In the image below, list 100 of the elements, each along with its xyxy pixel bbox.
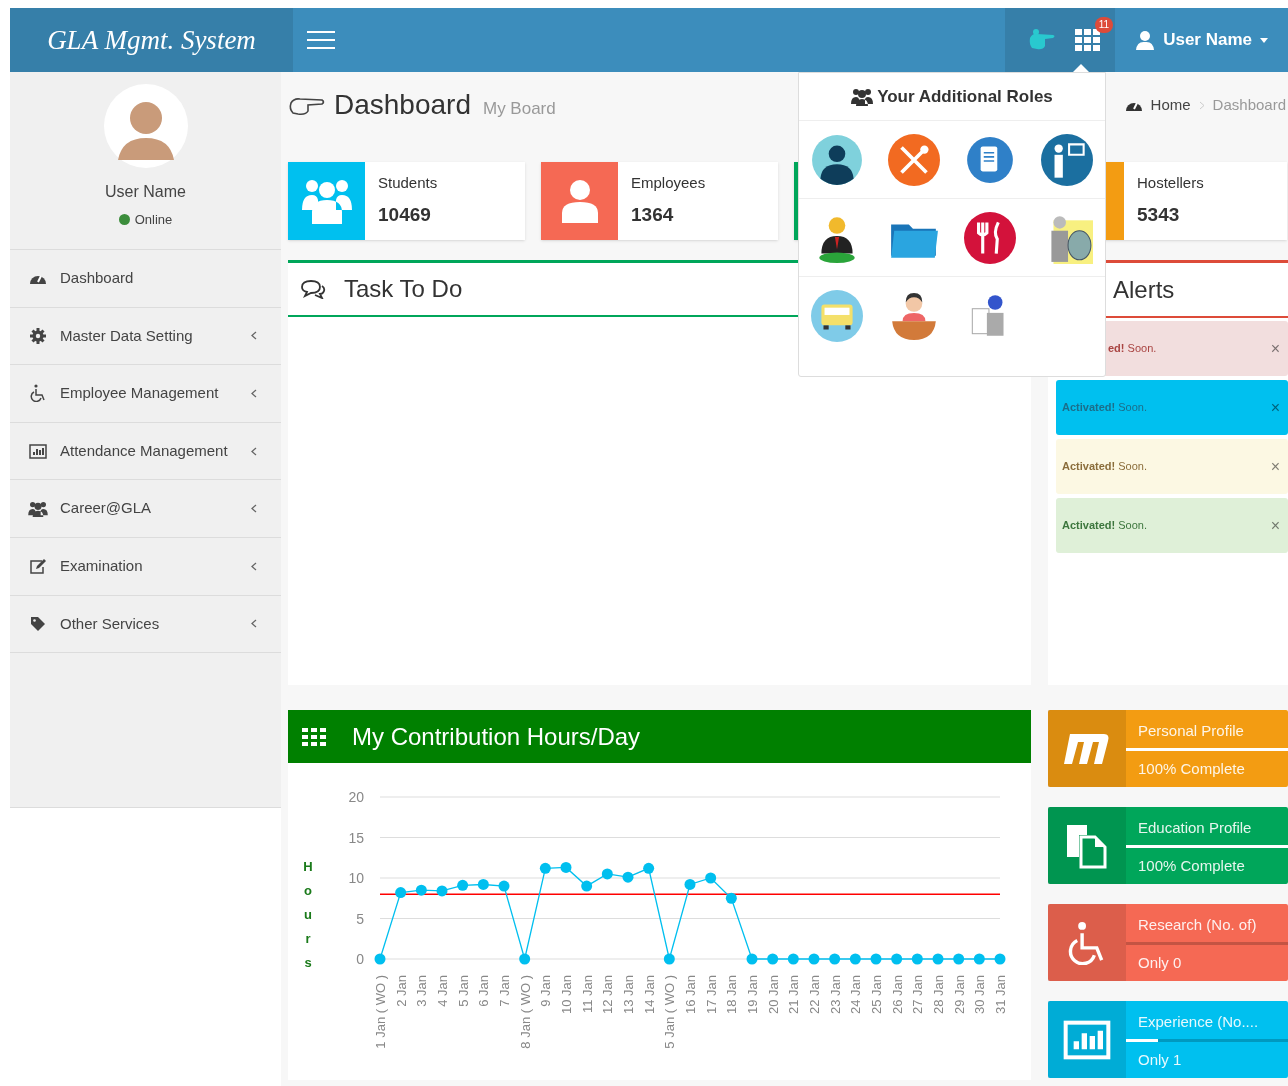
x-tick-label: 8 Jan ( WO ) — [517, 975, 533, 1049]
profile-box-title: Education Profile — [1138, 818, 1253, 838]
data-point — [808, 953, 820, 965]
edit-icon — [29, 558, 47, 574]
x-tick-label: 11 Jan — [579, 975, 595, 1014]
user-menu[interactable]: User Name — [1115, 8, 1288, 72]
x-tick-label: 22 Jan — [807, 975, 822, 1015]
profile-box-detail: Only 0 — [1138, 953, 1183, 973]
bar-chart-icon — [1063, 1019, 1111, 1060]
data-point — [932, 953, 944, 965]
info-box-value: 10469 — [378, 202, 432, 227]
x-tick-label: 28 Jan — [931, 975, 946, 1015]
info-box-value: 1364 — [631, 202, 675, 227]
data-point — [725, 892, 737, 904]
page-subtitle: My Board — [483, 98, 556, 121]
bar-chart-icon — [29, 443, 47, 459]
profile-box-detail: Only 1 — [1138, 1050, 1183, 1070]
grid-icon — [302, 727, 326, 746]
status-text: Online — [134, 211, 173, 229]
close-button[interactable]: × — [1270, 454, 1280, 479]
data-point — [705, 872, 717, 884]
data-point — [560, 861, 572, 873]
chat-icon — [300, 279, 326, 299]
x-tick-label: 30 Jan — [972, 975, 988, 1015]
data-point — [829, 953, 841, 965]
x-tick-label: 20 Jan — [765, 975, 781, 1015]
x-tick-label: 25 Jan — [869, 975, 884, 1015]
x-tick-label: 19 Jan — [745, 975, 760, 1015]
x-tick-label: 10 Jan — [559, 975, 574, 1015]
data-point — [581, 880, 593, 892]
data-point — [415, 884, 427, 896]
x-tick-label: 26 Jan — [889, 975, 905, 1015]
data-point — [519, 953, 531, 965]
x-tick-label: 1 Jan ( WO ) — [373, 975, 388, 1049]
y-tick-label: 20 — [348, 789, 364, 805]
dropdown-title: Your Additional Roles — [877, 85, 1053, 108]
data-point — [994, 953, 1006, 965]
info-box-label: Hostellers — [1137, 173, 1204, 193]
data-point — [849, 953, 861, 965]
profile-box-detail: 100% Complete — [1138, 856, 1246, 876]
x-tick-label: 7 Jan — [497, 975, 512, 1007]
role-bus-icon[interactable] — [811, 290, 864, 342]
data-point — [601, 868, 613, 880]
y-tick-label: 0 — [356, 951, 364, 967]
panel-title: Alerts — [1113, 274, 1175, 305]
profile-box-title: Personal Profile — [1138, 721, 1245, 741]
users-icon — [28, 500, 48, 517]
close-button[interactable]: × — [1270, 336, 1280, 361]
data-point — [539, 862, 551, 874]
x-tick-label: 23 Jan — [827, 975, 843, 1015]
data-point — [891, 953, 903, 965]
data-point — [395, 887, 407, 899]
role-cutlery-icon[interactable] — [887, 133, 940, 186]
grid-icon[interactable] — [1075, 29, 1102, 51]
caret-icon — [1260, 37, 1268, 43]
profile-box-detail: 100% Complete — [1138, 759, 1246, 779]
alert-message: Activated! Soon. — [1062, 400, 1147, 416]
user-icon — [559, 179, 600, 223]
notification-badge: 11 — [1094, 17, 1114, 33]
data-point — [477, 879, 489, 890]
data-point — [767, 953, 779, 965]
info-box-label: Employees — [631, 173, 706, 193]
panel-title: My Contribution Hours/Day — [352, 721, 641, 752]
y-tick-label: 15 — [348, 829, 364, 846]
data-point — [973, 953, 985, 965]
tag-icon — [30, 615, 46, 632]
x-tick-label: 6 Jan — [476, 975, 492, 1007]
info-box-value: 5343 — [1137, 202, 1181, 227]
role-teacher-icon[interactable] — [1040, 133, 1093, 186]
close-button[interactable]: × — [1270, 513, 1280, 538]
x-tick-label: 13 Jan — [621, 975, 636, 1015]
data-point — [787, 953, 799, 965]
x-tick-label: 29 Jan — [951, 975, 967, 1015]
user-name: User Name — [105, 182, 186, 202]
x-tick-label: 14 Jan — [641, 975, 657, 1015]
files-icon — [1065, 822, 1109, 869]
panel-title: Task To Do — [344, 274, 463, 304]
x-tick-label: 27 Jan — [910, 975, 926, 1015]
data-point — [684, 879, 696, 890]
users-icon — [300, 178, 353, 224]
x-tick-label: 24 Jan — [848, 975, 864, 1015]
separator-icon — [1198, 100, 1205, 110]
letter-m-icon — [1064, 731, 1110, 766]
role-person-icon[interactable] — [811, 133, 864, 186]
x-tick-label: 4 Jan — [435, 975, 450, 1007]
users-icon — [851, 87, 874, 106]
x-tick-label: 5 Jan ( WO ) — [662, 975, 678, 1049]
profile-box-title: Experience (No.... — [1138, 1012, 1260, 1032]
role-restaurant-icon[interactable] — [964, 211, 1017, 264]
breadcrumb-link[interactable]: Home — [1150, 93, 1191, 117]
user-icon — [1135, 30, 1156, 50]
data-point — [663, 953, 675, 965]
app-logo[interactable]: GLA Mgmt. System — [10, 8, 293, 72]
x-tick-label: 21 Jan — [786, 975, 802, 1015]
data-point — [870, 953, 882, 965]
x-tick-label: 31 Jan — [993, 975, 1008, 1015]
x-tick-label: 16 Jan — [683, 975, 698, 1015]
settings-icon — [30, 327, 46, 344]
page-title: Dashboard — [334, 88, 471, 122]
x-tick-label: 17 Jan — [703, 975, 719, 1015]
